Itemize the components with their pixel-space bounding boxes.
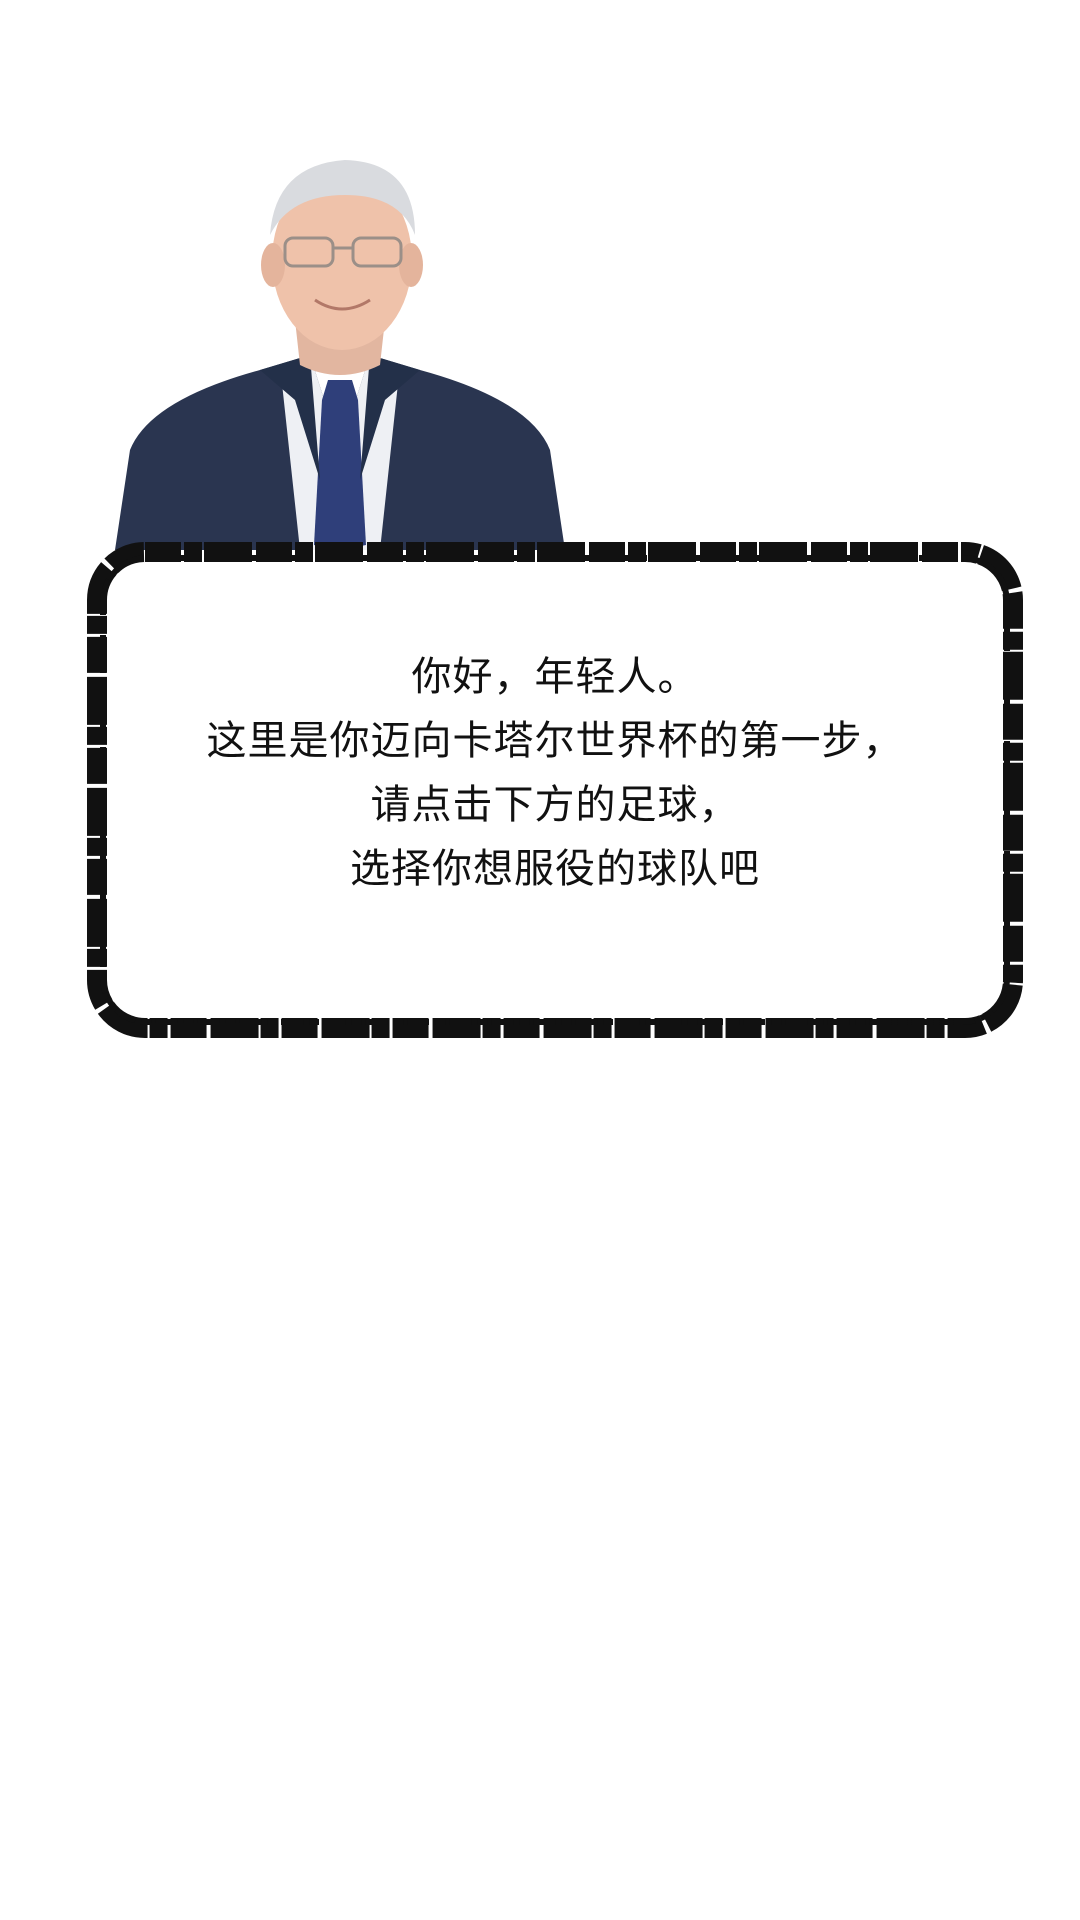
dialog-line: 你好，年轻人。 (411, 654, 699, 700)
dialog-line: 这里是你迈向卡塔尔世界杯的第一步， (206, 718, 904, 764)
dialog-message: 你好，年轻人。 这里是你迈向卡塔尔世界杯的第一步， 请点击下方的足球， 选择你想… (145, 645, 965, 901)
speaker-portrait (115, 160, 565, 550)
dialog-line: 请点击下方的足球， (370, 782, 740, 828)
tie-shape (314, 380, 366, 550)
speech-box: 你好，年轻人。 这里是你迈向卡塔尔世界杯的第一步， 请点击下方的足球， 选择你想… (85, 540, 1025, 1040)
dialog-line: 选择你想服役的球队吧 (350, 846, 760, 892)
